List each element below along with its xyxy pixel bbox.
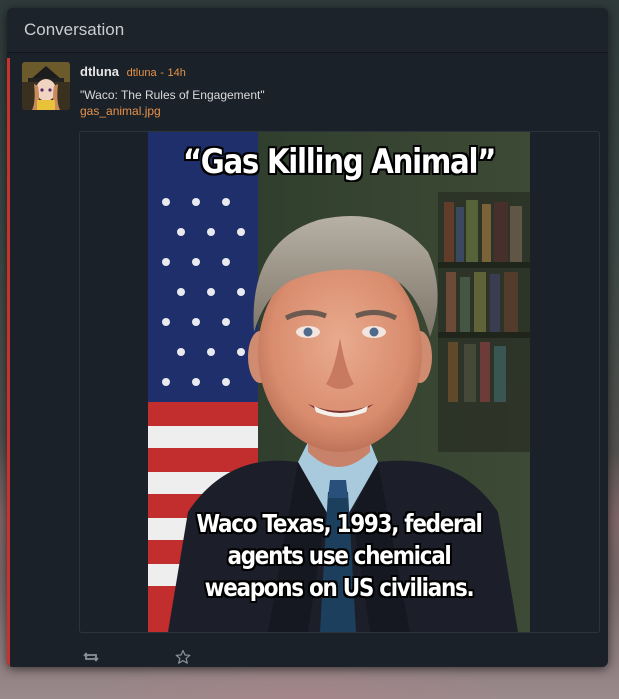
attachment-link[interactable]: gas_animal.jpg	[80, 104, 161, 118]
meta-separator: -	[160, 67, 164, 79]
notice-text: "Waco: The Rules of Engagement"	[80, 88, 265, 102]
notice-time[interactable]: 14h	[168, 67, 186, 79]
star-icon[interactable]	[175, 649, 193, 667]
attachment-image: “Gas Killing Animal” Waco Texas, 1993, f…	[148, 132, 530, 632]
meme-caption-top: “Gas Killing Animal”	[182, 142, 497, 182]
attachment-preview[interactable]: “Gas Killing Animal” Waco Texas, 1993, f…	[79, 131, 600, 633]
retweet-icon[interactable]	[83, 649, 101, 667]
panel-title: Conversation	[7, 8, 608, 53]
notice-item: dtluna dtluna - 14h "Waco: The Rules of …	[7, 58, 608, 667]
meme-caption-bottom: Waco Texas, 1993, federal agents use che…	[196, 509, 483, 602]
avatar[interactable]	[22, 62, 70, 110]
author-handle[interactable]: dtluna	[127, 67, 157, 79]
author-name[interactable]: dtluna	[80, 64, 119, 79]
notice-meta: dtluna dtluna - 14h	[80, 64, 186, 79]
conversation-panel: Conversation dtluna dtluna - 14h "Waco: …	[7, 8, 608, 667]
